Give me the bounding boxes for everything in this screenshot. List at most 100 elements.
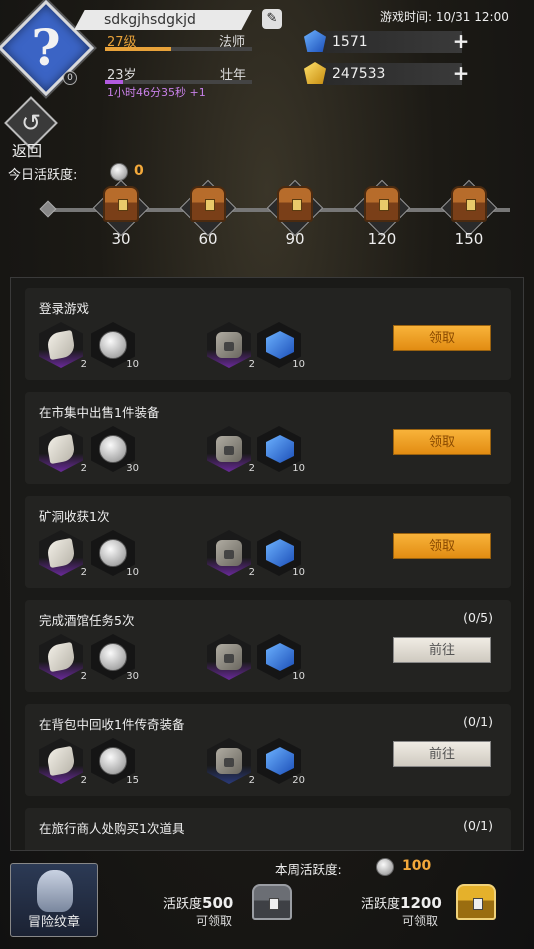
reward-count: 10: [126, 567, 139, 578]
gold-chest-icon[interactable]: [456, 884, 496, 920]
weekly-chest-1-label: 活跃度500: [163, 893, 233, 912]
milestone-chest-90[interactable]: 90: [266, 179, 324, 256]
reward-count: 2: [80, 775, 87, 786]
reward-slot[interactable]: 2: [39, 426, 87, 474]
chest-icon: [190, 186, 226, 222]
back-arrow-icon: ↺: [20, 109, 42, 137]
reward-count: 2: [80, 567, 87, 578]
weekly-chest-2-status: 可领取: [402, 914, 439, 928]
reward-count: 10: [292, 463, 305, 474]
milestone-chest-120[interactable]: 120: [353, 179, 411, 256]
lock-icon: [216, 436, 242, 462]
task-title: 完成酒馆任务5次: [39, 613, 135, 628]
weekly-chest-1-status: 可领取: [196, 914, 233, 928]
chest-label-prefix: 活跃度: [361, 897, 401, 912]
lantern-lock-icon: [216, 644, 242, 670]
level-progress-bar: [105, 47, 252, 51]
add-gold-button[interactable]: +: [452, 63, 470, 83]
reward-count: 2: [80, 359, 87, 370]
task-item: 在市集中出售1件装备 2 30 2 10 领取: [25, 392, 511, 484]
milestone-chest-60[interactable]: 60: [179, 179, 237, 256]
daily-activity-value: 0: [134, 163, 144, 179]
reward-count: 2: [248, 775, 255, 786]
milestone-chest-30[interactable]: 30: [92, 179, 150, 256]
locked-reward-slot[interactable]: 2: [207, 738, 255, 786]
weekly-activity-label: 本周活跃度:: [275, 862, 342, 877]
task-item: 完成酒馆任务5次 (0/5) 2 30 10 前往: [25, 600, 511, 692]
silver-chest-icon[interactable]: [252, 884, 292, 920]
locked-reward-slot[interactable]: 10: [257, 634, 305, 682]
reward-count: 10: [292, 359, 305, 370]
reward-slot[interactable]: 30: [91, 426, 139, 474]
gem-count: 1571: [332, 34, 368, 50]
reward-count: 15: [126, 775, 139, 786]
reward-count: 20: [292, 775, 305, 786]
locked-reward-slot[interactable]: 2: [207, 426, 255, 474]
chest-threshold: 500: [202, 894, 234, 912]
locked-reward-slot[interactable]: 2: [207, 530, 255, 578]
reward-count: 30: [126, 671, 139, 682]
chest-label-prefix: 活跃度: [163, 897, 203, 912]
task-item: 在背包中回收1件传奇装备 (0/1) 2 15 2 20 前往: [25, 704, 511, 796]
coin-icon: [99, 747, 127, 775]
reward-slot[interactable]: 2: [39, 738, 87, 786]
locked-reward-slot[interactable]: [207, 634, 251, 680]
locked-reward-slot[interactable]: 10: [257, 426, 305, 474]
adventure-badge-button[interactable]: 冒险纹章: [10, 863, 98, 937]
locked-reward-slot[interactable]: 10: [257, 530, 305, 578]
chest-icon: [277, 186, 313, 222]
reward-slot[interactable]: 2: [39, 634, 87, 682]
reward-count: 2: [248, 567, 255, 578]
go-button[interactable]: 前往: [393, 741, 491, 767]
back-label[interactable]: 返回: [12, 140, 42, 161]
reward-slot[interactable]: 30: [91, 634, 139, 682]
locked-reward-slot[interactable]: 2: [207, 322, 255, 370]
reward-slot[interactable]: 10: [91, 322, 139, 370]
reward-count: 2: [248, 463, 255, 474]
task-list[interactable]: 登录游戏 2 10 2 10 领取 在市集中出售1件装备 2 30 2 10 领…: [10, 277, 524, 851]
adventure-badge-label: 冒险纹章: [27, 915, 80, 930]
player-name: sdkgjhsdgkjd: [74, 10, 252, 30]
locked-reward-slot[interactable]: 20: [257, 738, 305, 786]
reward-slot[interactable]: 2: [39, 530, 87, 578]
task-title: 在市集中出售1件装备: [39, 405, 160, 420]
coin-icon: [99, 539, 127, 567]
reward-count: 30: [126, 463, 139, 474]
task-title: 矿洞收获1次: [39, 509, 110, 524]
reward-count: 10: [292, 671, 305, 682]
locked-reward-slot[interactable]: 10: [257, 322, 305, 370]
claim-button[interactable]: 领取: [393, 325, 491, 351]
milestone-value: 60: [198, 230, 218, 248]
milestone-value: 30: [111, 230, 131, 248]
task-item: 在旅行商人处购买1次道具 (0/1): [25, 808, 511, 850]
activity-coin-icon: [110, 163, 128, 181]
task-progress: (0/1): [463, 818, 493, 833]
milestone-value: 120: [367, 230, 397, 248]
gold-balance: 247533: [322, 63, 462, 85]
reward-slot[interactable]: 10: [91, 530, 139, 578]
milestone-value: 150: [454, 230, 484, 248]
reward-slot[interactable]: 15: [91, 738, 139, 786]
avatar-badge: 0: [63, 71, 77, 85]
milestone-chest-150[interactable]: 150: [440, 179, 498, 256]
reward-count: 2: [80, 671, 87, 682]
claim-button[interactable]: 领取: [393, 533, 491, 559]
chest-icon: [364, 186, 400, 222]
go-button[interactable]: 前往: [393, 637, 491, 663]
claim-button[interactable]: 领取: [393, 429, 491, 455]
track-start-marker: [39, 200, 57, 218]
coin-icon: [99, 643, 127, 671]
lock-icon: [216, 748, 242, 774]
add-gems-button[interactable]: +: [452, 31, 470, 51]
task-item: 登录游戏 2 10 2 10 领取: [25, 288, 511, 380]
edit-name-button[interactable]: ✎: [262, 9, 282, 29]
gold-count: 247533: [332, 66, 386, 82]
coin-icon: [99, 435, 127, 463]
game-time: 游戏时间: 10/31 12:00: [380, 10, 509, 24]
milestone-value: 90: [285, 230, 305, 248]
task-progress: (0/5): [463, 610, 493, 625]
lock-icon: [216, 540, 242, 566]
reward-count: 2: [248, 359, 255, 370]
task-item: 矿洞收获1次 2 10 2 10 领取: [25, 496, 511, 588]
reward-slot[interactable]: 2: [39, 322, 87, 370]
